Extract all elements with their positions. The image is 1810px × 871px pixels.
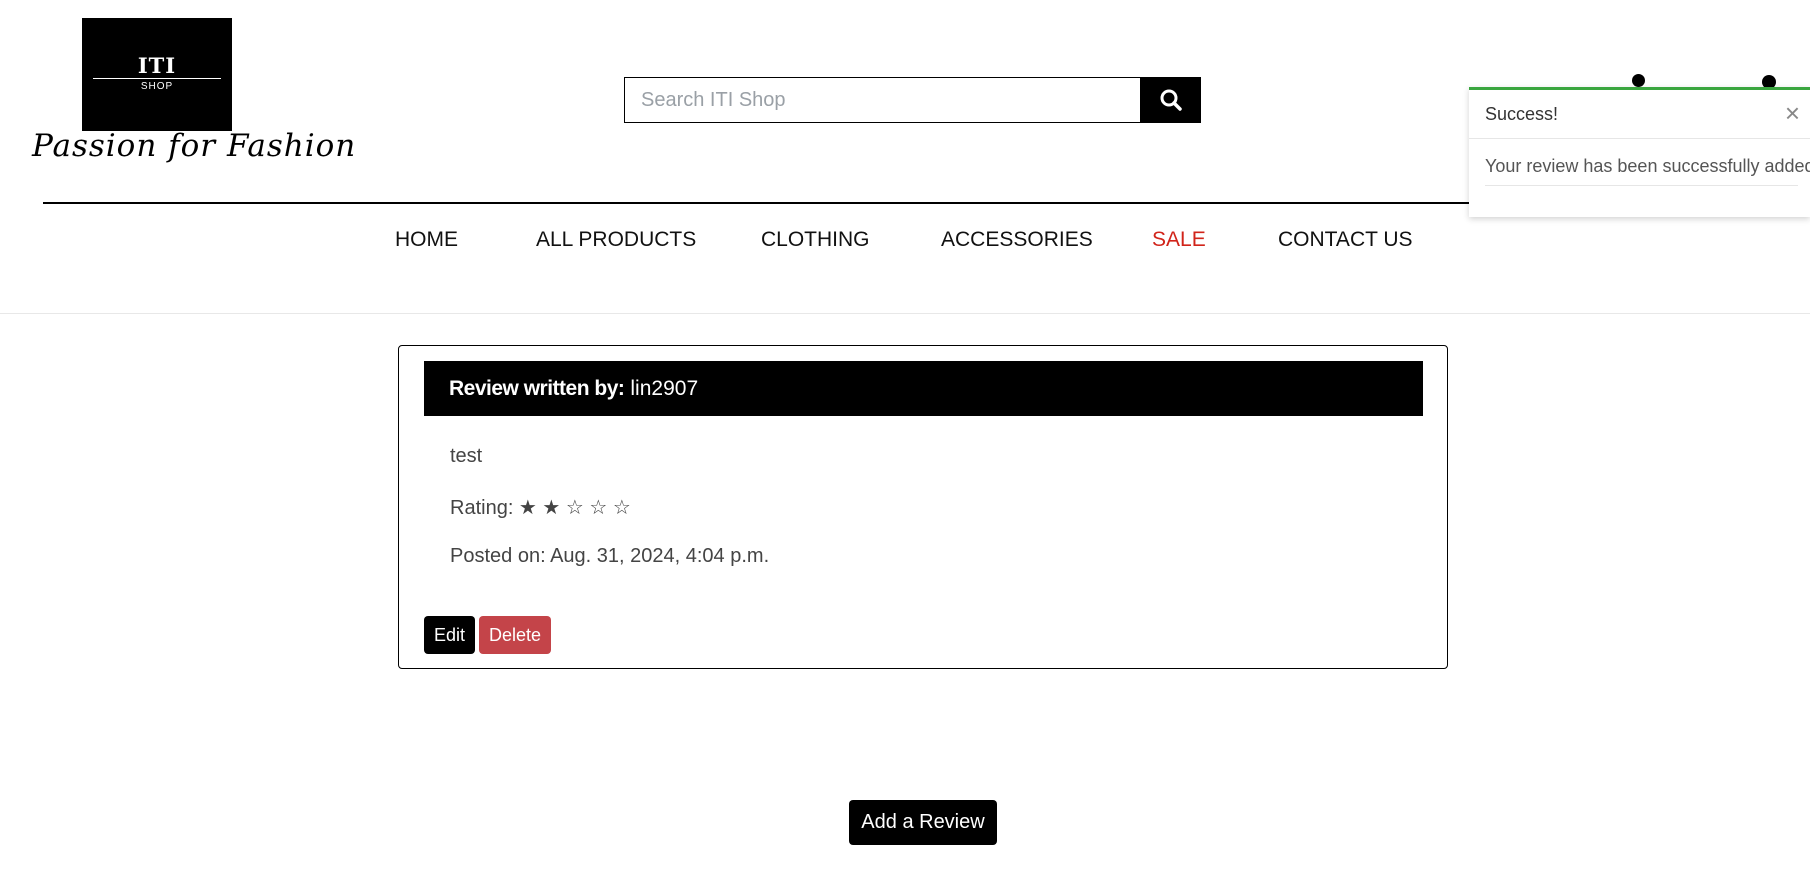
search-bar <box>624 77 1201 123</box>
nav-accessories[interactable]: ACCESSORIES <box>941 228 1093 252</box>
search-button[interactable] <box>1140 77 1201 123</box>
toast-divider <box>1469 138 1810 139</box>
review-body: test <box>450 445 483 467</box>
toast-message: Your review has been successfully added! <box>1485 156 1810 176</box>
nav-divider <box>0 313 1810 314</box>
header-divider <box>43 202 1473 204</box>
nav-all-products[interactable]: ALL PRODUCTS <box>536 228 696 252</box>
review-posted-date: Posted on: Aug. 31, 2024, 4:04 p.m. <box>450 545 770 567</box>
account-icon[interactable] <box>1632 74 1645 87</box>
nav-sale[interactable]: SALE <box>1152 228 1206 252</box>
review-author: lin2907 <box>630 376 699 400</box>
logo-sub-text: SHOP <box>140 81 174 92</box>
add-review-button[interactable]: Add a Review <box>849 800 997 845</box>
toast-underline <box>1485 185 1798 186</box>
review-header-label: Review written by: <box>449 376 625 400</box>
logo[interactable]: ITI SHOP <box>82 18 232 131</box>
logo-divider <box>93 78 221 79</box>
review-header: Review written by: lin2907 <box>424 361 1423 416</box>
edit-button[interactable]: Edit <box>424 616 475 654</box>
toast-title: Success! <box>1485 104 1559 124</box>
delete-button[interactable]: Delete <box>479 616 551 654</box>
search-input[interactable] <box>624 77 1140 123</box>
search-icon <box>1160 89 1182 111</box>
success-toast: Success! × Your review has been successf… <box>1469 87 1810 217</box>
review-rating: Rating: ★ ★ ☆ ☆ ☆ <box>450 497 631 519</box>
close-icon[interactable]: × <box>1785 100 1800 126</box>
logo-main-text: ITI <box>137 53 177 78</box>
nav-home[interactable]: HOME <box>395 228 458 252</box>
main-nav: HOME ALL PRODUCTS CLOTHING ACCESSORIES S… <box>0 228 1810 258</box>
nav-contact-us[interactable]: CONTACT US <box>1278 228 1413 252</box>
nav-clothing[interactable]: CLOTHING <box>761 228 870 252</box>
review-card: Review written by: lin2907 test Rating: … <box>398 345 1448 669</box>
tagline: Passion for Fashion <box>32 128 357 164</box>
